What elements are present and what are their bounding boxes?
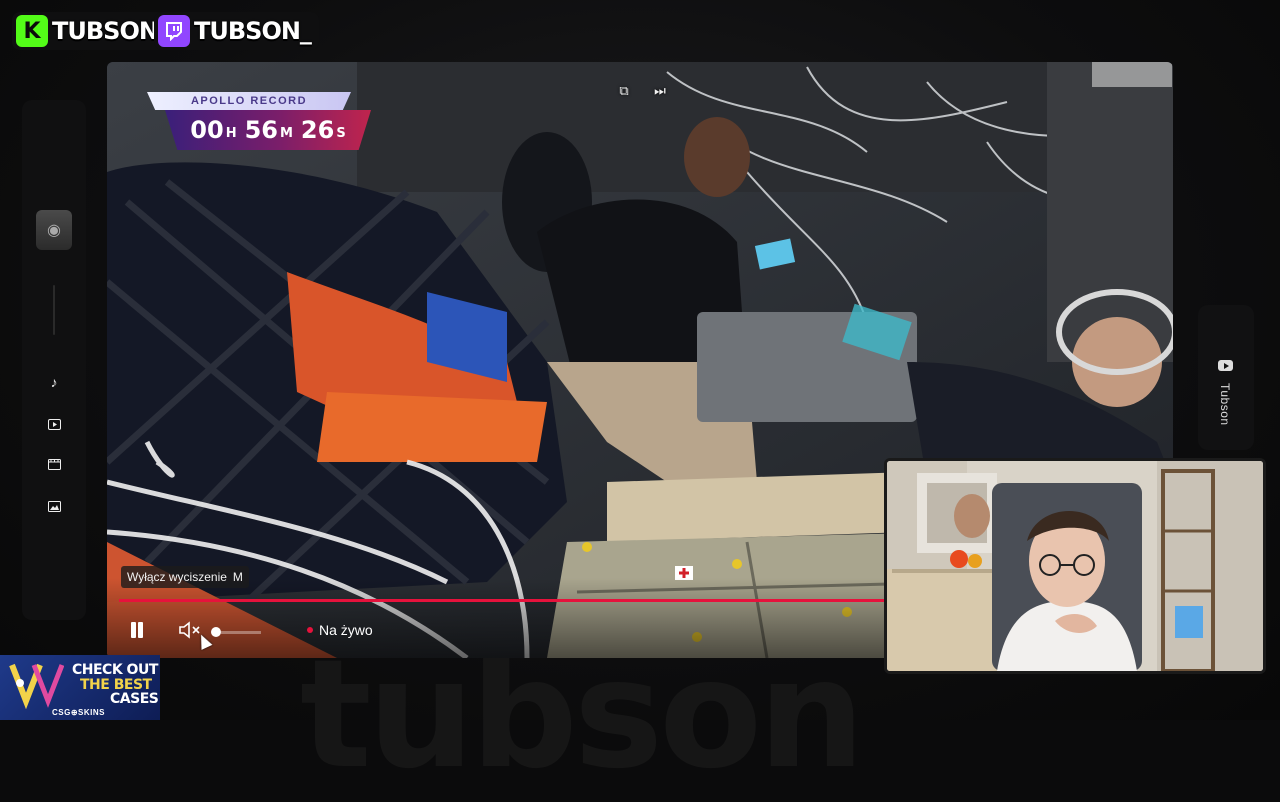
apollo-record-label: APOLLO RECORD (147, 92, 351, 110)
sponsor-banner[interactable]: CHECK OUT THE BEST CASES CSG⊕SKINS (0, 655, 160, 720)
sponsor-brand: CSG⊕SKINS (52, 708, 105, 717)
timer-seconds: 26 (300, 116, 335, 144)
live-indicator[interactable]: Na żywo (307, 622, 373, 638)
live-dot-icon (307, 627, 313, 633)
unmute-tooltip: Wyłącz wyciszenie M (121, 566, 249, 588)
timer-seconds-unit: S (336, 126, 346, 141)
webcam-frame (887, 461, 1263, 671)
timer-minutes-unit: M (279, 126, 293, 141)
right-sidebar-label: Tubson (1218, 383, 1232, 426)
right-sidebar: Tubson (1198, 305, 1254, 450)
youtube-icon[interactable] (1218, 360, 1233, 371)
tooltip-text: Wyłącz wyciszenie (127, 570, 227, 584)
apollo-record-timer: 00 H 56 M 26 S (165, 110, 371, 150)
pause-button[interactable] (127, 620, 147, 640)
twitch-badge: TUBSON_ (154, 12, 319, 50)
film-icon[interactable] (44, 454, 64, 474)
kick-badge: K TUBSON (12, 12, 166, 50)
mouse-cursor (195, 632, 213, 650)
channel-watermark: tubson (300, 628, 865, 802)
tooltip-shortcut-key: M (232, 570, 243, 584)
avatar[interactable]: ◉ (36, 210, 72, 250)
twitch-logo-icon (158, 15, 190, 47)
apollo-record-overlay: APOLLO RECORD 00 H 56 M 26 S (147, 92, 371, 150)
timer-hours-unit: H (225, 126, 237, 141)
miniplayer-icon[interactable]: ⧉ (613, 82, 635, 100)
video-icon[interactable] (44, 414, 64, 434)
music-icon[interactable]: ♪ (44, 372, 64, 392)
timer-minutes: 56 (244, 116, 278, 144)
csgoskins-logo-icon (9, 663, 64, 709)
image-icon[interactable] (44, 496, 64, 516)
skip-next-icon[interactable]: ⏭ (649, 82, 671, 100)
sponsor-line-1: CHECK OUT (72, 662, 158, 678)
kick-logo-icon: K (16, 15, 48, 47)
sponsor-line-3: CASES (110, 691, 159, 707)
webcam-overlay (884, 458, 1266, 674)
sidebar-divider (53, 285, 55, 335)
volume-slider-knob[interactable] (211, 627, 221, 637)
timer-hours: 00 (190, 116, 224, 144)
left-sidebar: ◉ ♪ (22, 100, 86, 620)
kick-username: TUBSON (52, 17, 159, 45)
live-label: Na żywo (319, 622, 373, 638)
twitch-username: TUBSON_ (194, 17, 312, 45)
volume-slider-track[interactable] (221, 631, 261, 634)
